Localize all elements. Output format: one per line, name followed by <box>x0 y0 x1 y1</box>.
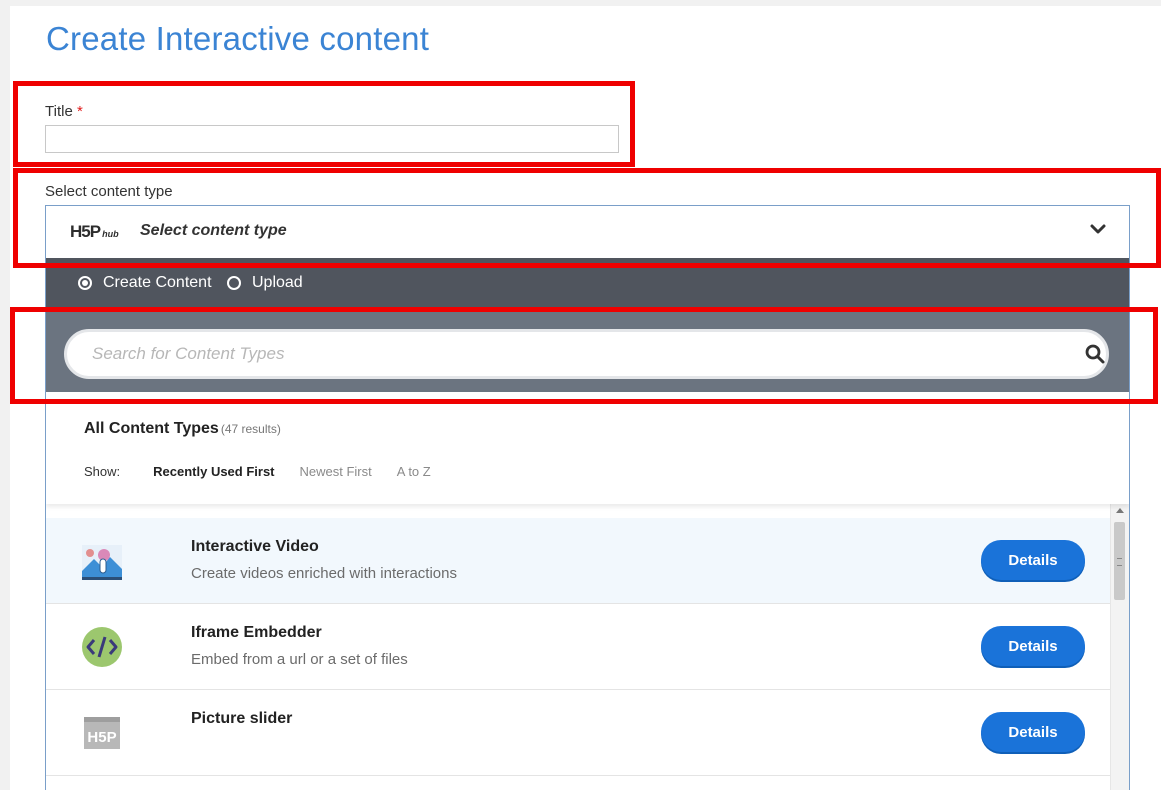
content-type-list: Interactive Video Create videos enriched… <box>46 504 1111 790</box>
annotation-box-content-type <box>13 168 1161 268</box>
annotation-box-title <box>13 81 635 167</box>
sort-a-to-z[interactable]: A to Z <box>397 464 431 479</box>
sort-recently-used[interactable]: Recently Used First <box>153 464 274 479</box>
tab-create-content[interactable]: Create Content <box>78 274 212 292</box>
list-item[interactable]: H5P Picture slider Details <box>46 690 1111 776</box>
scroll-up-icon[interactable] <box>1116 508 1124 513</box>
details-button[interactable]: Details <box>981 540 1085 580</box>
interactive-video-icon <box>82 545 122 580</box>
scroll-grip-icon <box>1117 558 1122 566</box>
page-title: Create Interactive content <box>46 20 430 57</box>
show-label: Show: <box>84 464 121 479</box>
item-description: Create videos enriched with interactions <box>191 565 457 582</box>
tab-upload-label: Upload <box>252 274 303 291</box>
annotation-box-search <box>10 307 1158 404</box>
radio-selected-icon <box>78 276 92 290</box>
item-name: Iframe Embedder <box>191 624 322 641</box>
tab-create-content-label: Create Content <box>103 274 212 291</box>
content-type-selector: H5P hub Select content type Create Conten… <box>45 205 1130 790</box>
item-name: Interactive Video <box>191 538 319 555</box>
h5p-icon: H5P <box>84 717 120 749</box>
radio-icon <box>227 276 241 290</box>
details-button[interactable]: Details <box>981 712 1085 752</box>
svg-text:H5P: H5P <box>87 729 116 746</box>
list-item[interactable]: Interactive Video Create videos enriched… <box>46 518 1111 604</box>
tab-upload[interactable]: Upload <box>227 274 303 292</box>
item-description: Embed from a url or a set of files <box>191 651 408 668</box>
sort-newest-first[interactable]: Newest First <box>300 464 372 479</box>
details-button[interactable]: Details <box>981 626 1085 666</box>
list-scrollbar[interactable] <box>1110 504 1129 790</box>
results-count: (47 results) <box>220 422 281 436</box>
results-header: All Content Types (47 results) Show: Rece… <box>46 392 1129 504</box>
sort-options: Show: Recently Used First Newest First A… <box>84 464 456 479</box>
results-title: All Content Types (47 results) <box>84 420 281 437</box>
item-name: Picture slider <box>191 710 293 727</box>
code-icon <box>82 627 122 667</box>
scroll-thumb[interactable] <box>1114 522 1125 600</box>
list-item[interactable]: Iframe Embedder Embed from a url or a se… <box>46 604 1111 690</box>
